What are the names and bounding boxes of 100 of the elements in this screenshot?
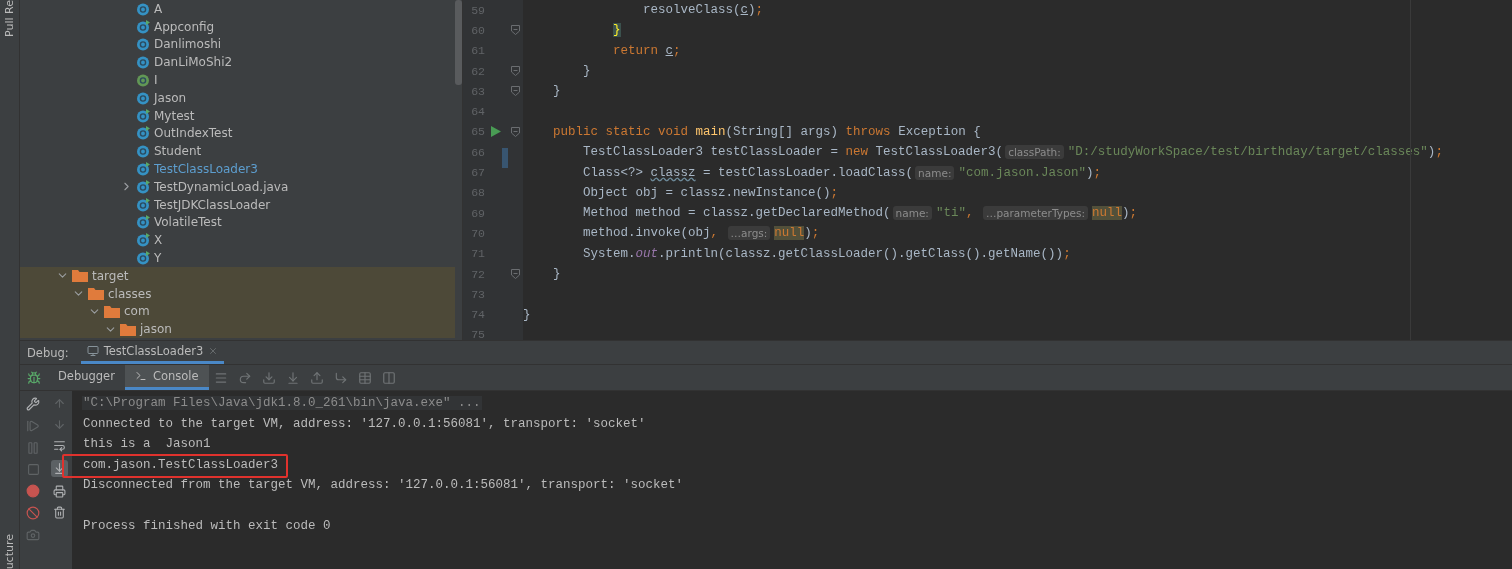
- tree-item[interactable]: TestDynamicLoad.java: [20, 177, 455, 196]
- tree-item[interactable]: I: [20, 71, 455, 89]
- runnable-class-icon: [136, 215, 150, 230]
- code-line: resolveClass(c);: [642, 3, 764, 18]
- tree-item[interactable]: TestJDKClassLoader: [20, 195, 455, 214]
- console-line: com.jason.TestClassLoader3: [82, 457, 280, 472]
- trash-icon[interactable]: [52, 506, 66, 519]
- runnable-class-icon: [136, 162, 150, 177]
- fold-icon[interactable]: [510, 25, 520, 36]
- window-icon: [86, 345, 99, 357]
- tree-item[interactable]: OutIndexTest: [20, 124, 455, 143]
- tree-item[interactable]: X: [20, 231, 455, 250]
- debug-label: Debug:: [27, 345, 69, 360]
- item-label: A: [154, 1, 163, 16]
- tree-item[interactable]: Student: [20, 142, 455, 161]
- item-label: TestClassLoader3: [154, 162, 258, 177]
- soft-wrap-icon[interactable]: [52, 439, 66, 452]
- item-label: Jason: [154, 90, 187, 105]
- pull-requests-tab[interactable]: Pull Re: [3, 0, 16, 37]
- class-icon: [136, 144, 150, 159]
- pause-icon[interactable]: [26, 441, 40, 455]
- item-label: Mytest: [154, 108, 195, 123]
- run-to-cursor-icon[interactable]: [333, 370, 348, 385]
- force-step-into-icon[interactable]: [285, 370, 300, 385]
- runnable-class-icon: [136, 179, 150, 194]
- tree-item[interactable]: A: [20, 0, 455, 18]
- code-line: }: [552, 84, 561, 99]
- print-icon[interactable]: [52, 485, 66, 498]
- console-line: this is a Jason1: [82, 437, 212, 452]
- fold-icon[interactable]: [510, 66, 520, 77]
- tree-item[interactable]: DanLiMoShi2: [20, 53, 455, 72]
- item-label: Danlimoshi: [154, 37, 222, 52]
- code-line: Method method = classz.getDeclaredMethod( name: "ti", …parameterTypes: null);: [582, 206, 1138, 221]
- fold-icon[interactable]: [510, 269, 520, 279]
- item-label: X: [154, 233, 163, 248]
- item-label: VolatileTest: [154, 215, 222, 230]
- code-line: Class<?> classz = testClassLoader.loadClass( name: "com.jason.Jason");: [582, 165, 1101, 180]
- runnable-class-icon: [136, 233, 150, 248]
- scrollbar[interactable]: [455, 0, 462, 85]
- tree-item[interactable]: Y: [20, 249, 455, 267]
- down-arrow-icon[interactable]: [52, 418, 66, 431]
- step-out-icon[interactable]: [309, 370, 324, 385]
- code-line: }: [523, 307, 531, 322]
- step-into-icon[interactable]: [261, 370, 276, 385]
- code-line: System.out.println(classz.getClassLoader().getClass().getName());: [582, 246, 1071, 261]
- interface-icon: [136, 73, 150, 88]
- tree-item[interactable]: Appconfig: [20, 17, 455, 36]
- panel-tab[interactable]: Console: [124, 365, 209, 390]
- item-label: Appconfig: [154, 19, 215, 34]
- stop-icon[interactable]: [26, 463, 40, 476]
- item-label: Y: [154, 251, 162, 266]
- code-line: public static void main(String[] args) throws Exception {: [552, 124, 981, 139]
- folder-row[interactable]: jason: [20, 320, 455, 339]
- class-icon: [136, 37, 150, 52]
- structure-tab[interactable]: ucture: [3, 533, 16, 569]
- code-line: return c;: [612, 43, 681, 58]
- camera-icon[interactable]: [26, 528, 40, 542]
- item-label: TestJDKClassLoader: [154, 197, 271, 212]
- tree-item[interactable]: Mytest: [20, 106, 455, 125]
- console-icon: [134, 370, 147, 382]
- panel-tab[interactable]: Debugger: [48, 365, 125, 390]
- runnable-class-icon: [136, 251, 150, 266]
- menu-icon[interactable]: [213, 370, 228, 385]
- item-label: DanLiMoShi2: [154, 55, 233, 70]
- code-line: TestClassLoader3 testClassLoader = new TestClassLoader3( classPath: "D:/studyWorkSpace/test/birthday/target/classes");: [582, 145, 1443, 160]
- tree-item[interactable]: Danlimoshi: [20, 35, 455, 54]
- up-arrow-icon[interactable]: [52, 397, 66, 410]
- breakpoints-icon[interactable]: [26, 484, 40, 498]
- code-line: Object obj = classz.newInstance();: [582, 185, 839, 200]
- folder-row[interactable]: target: [20, 266, 455, 285]
- run-icon[interactable]: [491, 126, 501, 138]
- fold-icon[interactable]: [510, 126, 520, 137]
- runnable-class-icon: [136, 108, 150, 123]
- runnable-class-icon: [136, 19, 150, 34]
- close-icon[interactable]: [208, 346, 219, 356]
- step-over-icon[interactable]: [237, 370, 252, 385]
- console-line: Connected to the target VM, address: '127.0.0.1:56081', transport: 'socket': [82, 416, 647, 431]
- mute-breakpoints-icon[interactable]: [26, 506, 40, 520]
- runnable-class-icon: [136, 126, 150, 141]
- item-label: Student: [154, 144, 202, 159]
- tree-item[interactable]: TestClassLoader3: [20, 160, 455, 178]
- class-icon: [136, 55, 150, 70]
- code-line: method.invoke(obj, …args: null);: [582, 226, 820, 241]
- bug-icon[interactable]: [27, 370, 41, 385]
- tree-item[interactable]: VolatileTest: [20, 213, 455, 232]
- class-icon: [136, 90, 150, 105]
- columns-icon[interactable]: [381, 370, 396, 385]
- wrench-icon[interactable]: [26, 397, 40, 411]
- code-line: }: [582, 64, 591, 79]
- fold-icon[interactable]: [510, 86, 520, 97]
- table-icon[interactable]: [357, 370, 372, 385]
- console-line: Process finished with exit code 0: [82, 519, 332, 534]
- item-label: TestDynamicLoad.java: [154, 179, 289, 194]
- tree-item[interactable]: Jason: [20, 89, 455, 107]
- item-label: OutIndexTest: [154, 126, 233, 141]
- item-label: I: [154, 73, 158, 88]
- code-line: }: [552, 267, 561, 281]
- class-icon: [136, 1, 150, 16]
- runnable-class-icon: [136, 197, 150, 212]
- resume-icon[interactable]: [26, 419, 40, 433]
